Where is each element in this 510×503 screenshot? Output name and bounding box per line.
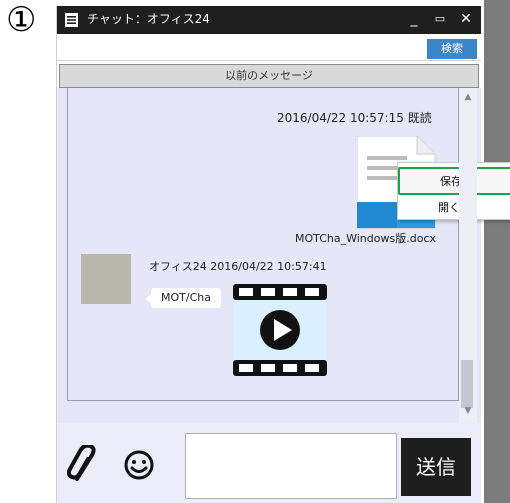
read-status: 既読 <box>407 111 432 125</box>
scroll-up-icon[interactable]: ▲ <box>459 92 477 102</box>
message-bubble: MOT/Cha <box>151 288 221 308</box>
close-button[interactable]: ✕ <box>457 10 475 28</box>
window-title: チャット：オフィス24 <box>87 12 210 26</box>
scroll-down-icon[interactable]: ▼ <box>459 406 477 416</box>
menu-item-save[interactable]: 保存 <box>398 167 510 195</box>
maximize-button[interactable]: ▭ <box>431 10 449 28</box>
background-panel <box>484 0 510 503</box>
search-input[interactable] <box>59 36 429 56</box>
minimize-button[interactable]: _ <box>405 10 423 28</box>
sender-name: オフィス24 <box>149 260 207 273</box>
message-timestamp: 2016/04/22 10:57:15 <box>277 111 404 125</box>
chat-window: チャット：オフィス24 _ ▭ ✕ 検索 以前のメッセージ 2016/04/22… <box>56 6 510 503</box>
avatar <box>81 254 131 304</box>
composer: 送信 <box>57 423 481 503</box>
scroll-thumb[interactable] <box>461 360 473 408</box>
scrollbar[interactable]: ▲ ▼ <box>459 88 477 423</box>
send-button[interactable]: 送信 <box>401 438 471 496</box>
context-menu: 保存 開く <box>397 162 510 220</box>
search-button[interactable]: 検索 <box>427 39 477 59</box>
smiley-icon[interactable] <box>123 449 155 481</box>
attachment-filename[interactable]: MOTCha_Windows版.docx <box>295 230 436 246</box>
search-row <box>57 34 481 61</box>
menu-item-label: 開く <box>438 201 460 214</box>
video-play-icon[interactable] <box>233 284 327 376</box>
message-input[interactable] <box>185 433 397 499</box>
previous-messages-button[interactable]: 以前のメッセージ <box>59 64 479 88</box>
message-meta: オフィス24 2016/04/22 10:57:41 <box>149 258 327 274</box>
step-marker: ① <box>6 0 37 40</box>
title-bar[interactable]: チャット：オフィス24 _ ▭ ✕ <box>57 6 481 34</box>
chat-history[interactable]: 2016/04/22 10:57:15 既読 保存 開く MOTCha_Wind… <box>57 88 510 423</box>
menu-item-open[interactable]: 開く <box>398 195 510 217</box>
message-meta: 2016/04/22 10:57:15 既読 <box>277 109 432 126</box>
message-timestamp: 2016/04/22 10:57:41 <box>210 260 327 273</box>
paperclip-icon[interactable] <box>67 445 99 485</box>
menu-icon[interactable] <box>65 13 78 27</box>
